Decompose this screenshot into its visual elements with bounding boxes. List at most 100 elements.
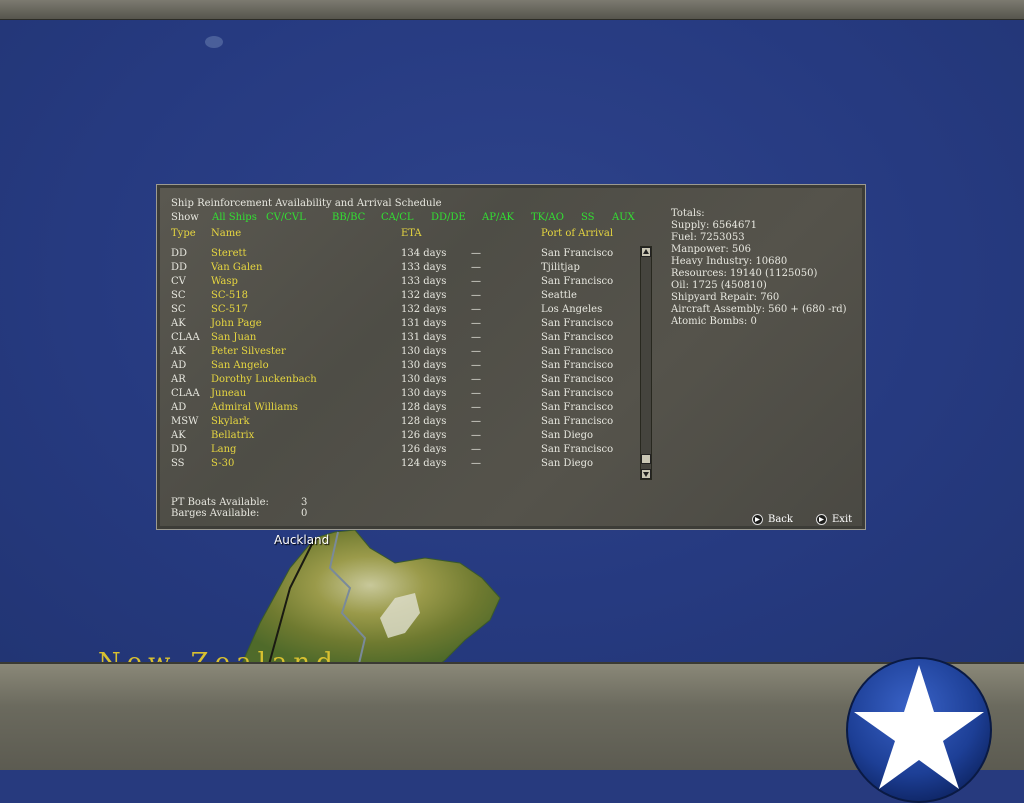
back-button[interactable]: Back xyxy=(752,514,793,525)
scroll-thumb[interactable] xyxy=(641,454,651,464)
arrow-up-icon[interactable] xyxy=(641,247,651,257)
arrow-right-icon xyxy=(816,514,827,525)
city-label-auckland[interactable]: Auckland xyxy=(274,533,329,547)
ship-type: DD xyxy=(171,444,188,455)
ship-name[interactable]: S-30 xyxy=(211,458,234,470)
ship-name[interactable]: Sterett xyxy=(211,248,247,260)
ship-port: Tjilitjap xyxy=(541,262,580,273)
ship-eta: 133 days xyxy=(401,276,447,287)
us-star-roundel-icon[interactable] xyxy=(846,657,992,803)
ship-separator: — xyxy=(471,402,481,413)
ship-separator: — xyxy=(471,458,481,469)
show-label: Show xyxy=(171,212,199,223)
filter-tab-tk-ao[interactable]: TK/AO xyxy=(531,212,564,224)
ship-name[interactable]: Dorothy Luckenbach xyxy=(211,374,317,386)
filter-tab-all-ships[interactable]: All Ships xyxy=(212,212,257,224)
ship-eta: 132 days xyxy=(401,290,447,301)
ship-type: AD xyxy=(171,360,187,371)
ship-type: SC xyxy=(171,304,186,315)
ship-eta: 131 days xyxy=(401,332,447,343)
ship-name[interactable]: Juneau xyxy=(211,388,246,400)
filter-tab-bb-bc[interactable]: BB/BC xyxy=(332,212,365,224)
map-island[interactable] xyxy=(220,528,560,668)
column-header-eta: ETA xyxy=(401,228,422,239)
ship-eta: 131 days xyxy=(401,318,447,329)
panel-title: Ship Reinforcement Availability and Arri… xyxy=(171,198,442,209)
ship-name[interactable]: Van Galen xyxy=(211,262,262,274)
barges-value: 0 xyxy=(301,508,308,519)
ship-port: San Francisco xyxy=(541,332,614,343)
back-button-label: Back xyxy=(768,514,793,525)
filter-tab-ca-cl[interactable]: CA/CL xyxy=(381,212,414,224)
ship-type: CLAA xyxy=(171,388,200,399)
ship-type: DD xyxy=(171,262,188,273)
ship-separator: — xyxy=(471,248,481,259)
ship-separator: — xyxy=(471,388,481,399)
ship-type: DD xyxy=(171,248,188,259)
top-bar xyxy=(0,0,1024,20)
totals-line: Heavy Industry: 10680 xyxy=(671,256,788,267)
ship-port: San Francisco xyxy=(541,318,614,329)
totals-line: Atomic Bombs: 0 xyxy=(671,316,757,327)
arrow-down-icon[interactable] xyxy=(641,469,651,479)
ship-port: San Francisco xyxy=(541,360,614,371)
ship-name[interactable]: SC-517 xyxy=(211,304,248,316)
ship-eta: 126 days xyxy=(401,444,447,455)
ship-separator: — xyxy=(471,360,481,371)
ship-name[interactable]: San Angelo xyxy=(211,360,269,372)
ship-name[interactable]: Lang xyxy=(211,444,236,456)
exit-button-label: Exit xyxy=(832,514,853,525)
ship-type: AK xyxy=(171,318,186,329)
filter-tab-dd-de[interactable]: DD/DE xyxy=(431,212,466,224)
ship-port: San Francisco xyxy=(541,248,614,259)
ship-port: San Diego xyxy=(541,430,593,441)
ship-eta: 134 days xyxy=(401,248,447,259)
ship-separator: — xyxy=(471,262,481,273)
ship-type: CV xyxy=(171,276,186,287)
ship-name[interactable]: San Juan xyxy=(211,332,256,344)
ship-separator: — xyxy=(471,444,481,455)
ship-name[interactable]: SC-518 xyxy=(211,290,248,302)
ship-port: San Francisco xyxy=(541,374,614,385)
totals-line: Resources: 19140 (1125050) xyxy=(671,268,818,279)
ship-type: SC xyxy=(171,290,186,301)
ship-eta: 130 days xyxy=(401,374,447,385)
ship-eta: 133 days xyxy=(401,262,447,273)
filter-tab-ap-ak[interactable]: AP/AK xyxy=(482,212,514,224)
scrollbar[interactable] xyxy=(640,246,652,480)
ship-name[interactable]: Peter Silvester xyxy=(211,346,286,358)
ship-separator: — xyxy=(471,416,481,427)
totals-line: Oil: 1725 (450810) xyxy=(671,280,767,291)
ship-type: CLAA xyxy=(171,332,200,343)
ship-reinforcement-panel: Ship Reinforcement Availability and Arri… xyxy=(156,184,866,530)
ship-name[interactable]: John Page xyxy=(211,318,262,330)
ship-type: SS xyxy=(171,458,185,469)
totals-title: Totals: xyxy=(671,208,705,219)
column-header-type: Type xyxy=(171,228,196,239)
ship-name[interactable]: Bellatrix xyxy=(211,430,254,442)
ship-type: MSW xyxy=(171,416,199,427)
ship-separator: — xyxy=(471,318,481,329)
ship-port: Seattle xyxy=(541,290,577,301)
ship-eta: 130 days xyxy=(401,388,447,399)
exit-button[interactable]: Exit xyxy=(816,514,852,525)
ship-name[interactable]: Wasp xyxy=(211,276,238,288)
ship-eta: 132 days xyxy=(401,304,447,315)
totals-line: Fuel: 7253053 xyxy=(671,232,745,243)
ship-type: AK xyxy=(171,346,186,357)
ship-separator: — xyxy=(471,304,481,315)
ship-name[interactable]: Skylark xyxy=(211,416,250,428)
ship-name[interactable]: Admiral Williams xyxy=(211,402,298,414)
filter-tab-ss[interactable]: SS xyxy=(581,212,595,224)
ship-eta: 128 days xyxy=(401,416,447,427)
ship-port: San Francisco xyxy=(541,402,614,413)
ship-port: San Francisco xyxy=(541,276,614,287)
ship-separator: — xyxy=(471,290,481,301)
ship-port: San Francisco xyxy=(541,388,614,399)
ship-separator: — xyxy=(471,430,481,441)
map-islet xyxy=(205,36,223,48)
filter-tab-cv-cvl[interactable]: CV/CVL xyxy=(266,212,306,224)
ship-port: San Francisco xyxy=(541,444,614,455)
filter-tab-aux[interactable]: AUX xyxy=(612,212,635,224)
ship-type: AR xyxy=(171,374,186,385)
